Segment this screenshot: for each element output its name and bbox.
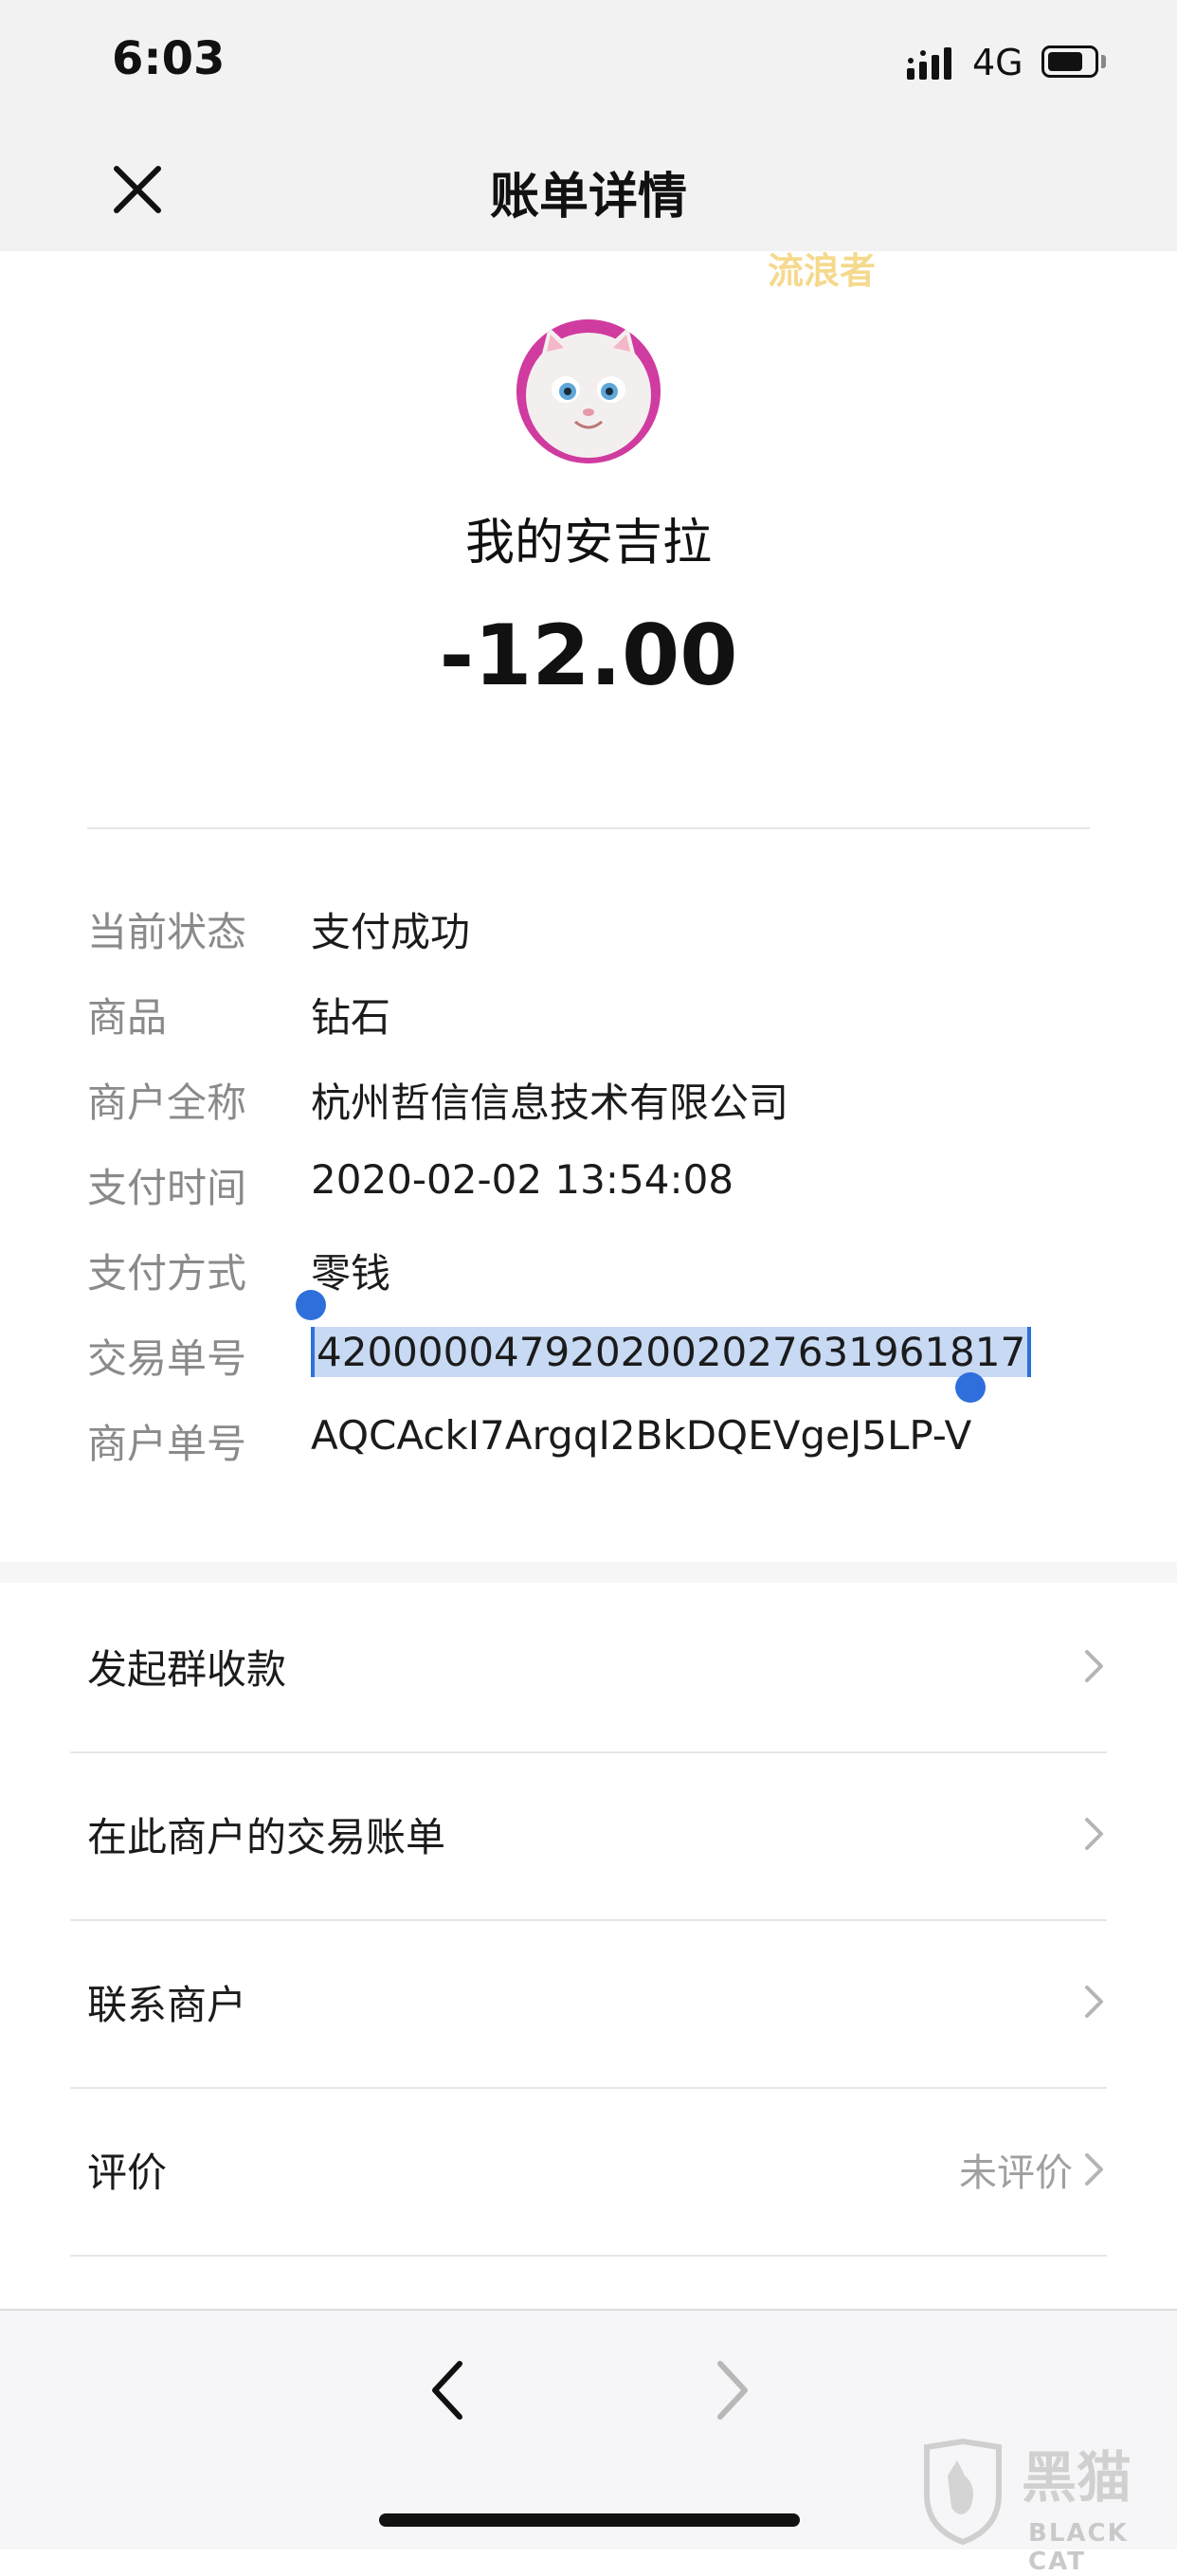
bottom-toolbar: 黑猫 (0, 2309, 1177, 2549)
chevron-right-icon (1085, 2153, 1103, 2186)
network-type: 4G (972, 42, 1023, 83)
nav-bar: 账单详情 (0, 128, 1177, 251)
forward-arrow-icon (717, 2361, 748, 2420)
detail-value: 钻石 (311, 994, 391, 1041)
payment-amount: -12.00 (439, 607, 738, 704)
review-status: 未评价 (959, 2151, 1073, 2195)
transaction-id-selected-text[interactable]: 4200000479202002027631961817 (311, 1327, 1032, 1377)
section-separator (0, 1562, 1177, 1583)
selection-end-handle[interactable] (955, 1372, 986, 1403)
merchant-avatar (516, 319, 661, 463)
detail-row-merchant-fullname: 商户全称 杭州哲信信息技术有限公司 (87, 1071, 1130, 1137)
menu-item-group-collect[interactable]: 发起群收款 (0, 1583, 1177, 1750)
selection-start-handle[interactable] (296, 1290, 326, 1320)
watermark-brand-text: BLACK CAT (1028, 2519, 1129, 2576)
home-indicator (379, 2513, 800, 2527)
chevron-right-icon (1085, 1818, 1103, 1850)
status-time: 6:03 (112, 32, 226, 85)
detail-value: 支付成功 (311, 909, 471, 955)
menu-item-merchant-bills[interactable]: 在此商户的交易账单 (0, 1753, 1177, 1920)
divider (87, 827, 1090, 829)
detail-label: 支付方式 (87, 1250, 247, 1297)
detail-value: 杭州哲信信息技术有限公司 (311, 1079, 789, 1126)
menu-item-contact-merchant[interactable]: 联系商户 (0, 1921, 1177, 2088)
detail-row-merchant-order-id: 商户单号 AQCAckI7ArgqI2BkDQEVgeJ5LP-V (87, 1412, 1130, 1478)
cellular-signal-icon (907, 47, 951, 80)
detail-value: 2020-02-02 13:54:08 (311, 1156, 734, 1203)
detail-row-pay-time: 支付时间 2020-02-02 13:54:08 (87, 1156, 1130, 1223)
divider (70, 2255, 1107, 2257)
battery-icon (1041, 45, 1098, 78)
detail-value: 零钱 (311, 1250, 391, 1297)
menu-label: 评价 (87, 2150, 168, 2196)
detail-row-status: 当前状态 支付成功 (87, 900, 1130, 967)
svg-text:黑猫: 黑猫 (1022, 2445, 1132, 2510)
merchant-name: 我的安吉拉 (464, 515, 712, 571)
chevron-right-icon (1085, 1986, 1103, 2018)
chevron-right-icon (1085, 1650, 1103, 1682)
cat-avatar-icon (516, 319, 661, 463)
battery-tip (1101, 55, 1106, 68)
status-bar: 6:03 4G (0, 0, 1177, 128)
watermark-text: 流浪者 (768, 250, 877, 292)
detail-label: 商品 (87, 994, 168, 1041)
detail-label: 交易单号 (87, 1335, 247, 1382)
menu-item-review[interactable]: 评价 未评价 (0, 2089, 1177, 2256)
page-title: 账单详情 (489, 169, 687, 226)
detail-row-product: 商品 钻石 (87, 986, 1130, 1052)
detail-label: 商户全称 (87, 1079, 247, 1126)
detail-label: 当前状态 (87, 909, 247, 955)
menu-label: 发起群收款 (87, 1646, 287, 1693)
detail-value: AQCAckI7ArgqI2BkDQEVgeJ5LP-V (311, 1412, 972, 1459)
detail-label: 支付时间 (87, 1165, 247, 1211)
menu-label: 联系商户 (87, 1982, 247, 2028)
menu-label: 在此商户的交易账单 (87, 1814, 446, 1860)
detail-label: 商户单号 (87, 1421, 247, 1467)
detail-row-pay-method: 支付方式 零钱 (87, 1242, 1130, 1308)
back-arrow-icon[interactable] (422, 2352, 479, 2428)
